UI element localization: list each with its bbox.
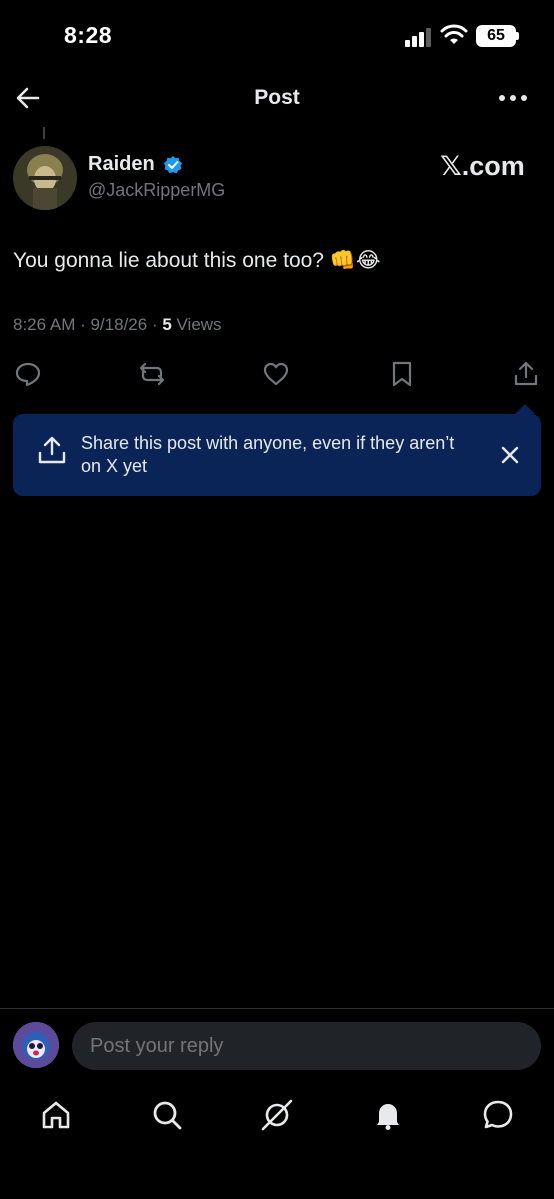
wifi-icon: [440, 24, 468, 44]
author-handle[interactable]: @JackRipperMG: [88, 180, 225, 201]
post-metadata: 8:26 AM · 9/18/26 · 5 Views: [13, 315, 222, 335]
grok-icon[interactable]: [260, 1098, 294, 1132]
page-title: Post: [254, 86, 300, 109]
post-text: You gonna lie about this one too? 👊😂: [13, 249, 381, 272]
battery-nub: [516, 32, 519, 40]
user-avatar[interactable]: [13, 1022, 59, 1068]
close-icon[interactable]: [499, 444, 521, 466]
views-label[interactable]: Views: [172, 315, 222, 334]
like-heart-icon[interactable]: [262, 360, 290, 388]
cellular-signal-icon: [405, 28, 431, 47]
reply-input[interactable]: [72, 1022, 541, 1070]
status-time: 8:28: [64, 22, 113, 48]
thread-connector-line: [43, 127, 45, 139]
share-icon[interactable]: [512, 360, 540, 388]
post-source-label: 𝕏.com: [440, 151, 525, 181]
post-timestamp: 8:26 AM · 9/18/26 ·: [13, 315, 163, 334]
views-count[interactable]: 5: [162, 315, 171, 334]
verified-badge-icon: [164, 156, 182, 174]
notifications-bell-icon[interactable]: [371, 1098, 405, 1132]
share-banner-pointer: [515, 404, 535, 414]
reply-icon[interactable]: [14, 360, 42, 388]
author-avatar[interactable]: [13, 146, 77, 210]
bookmark-icon[interactable]: [388, 360, 416, 388]
search-icon[interactable]: [150, 1098, 184, 1132]
more-options-icon[interactable]: [498, 92, 528, 104]
battery-indicator: 65: [476, 25, 516, 47]
messages-icon[interactable]: [481, 1098, 515, 1132]
share-banner-text: Share this post with anyone, even if the…: [81, 433, 455, 476]
author-name[interactable]: Raiden: [88, 153, 155, 176]
bottom-divider: [0, 1008, 554, 1009]
home-icon[interactable]: [39, 1098, 73, 1132]
repost-icon[interactable]: [138, 360, 166, 388]
share-upload-icon: [38, 436, 66, 464]
